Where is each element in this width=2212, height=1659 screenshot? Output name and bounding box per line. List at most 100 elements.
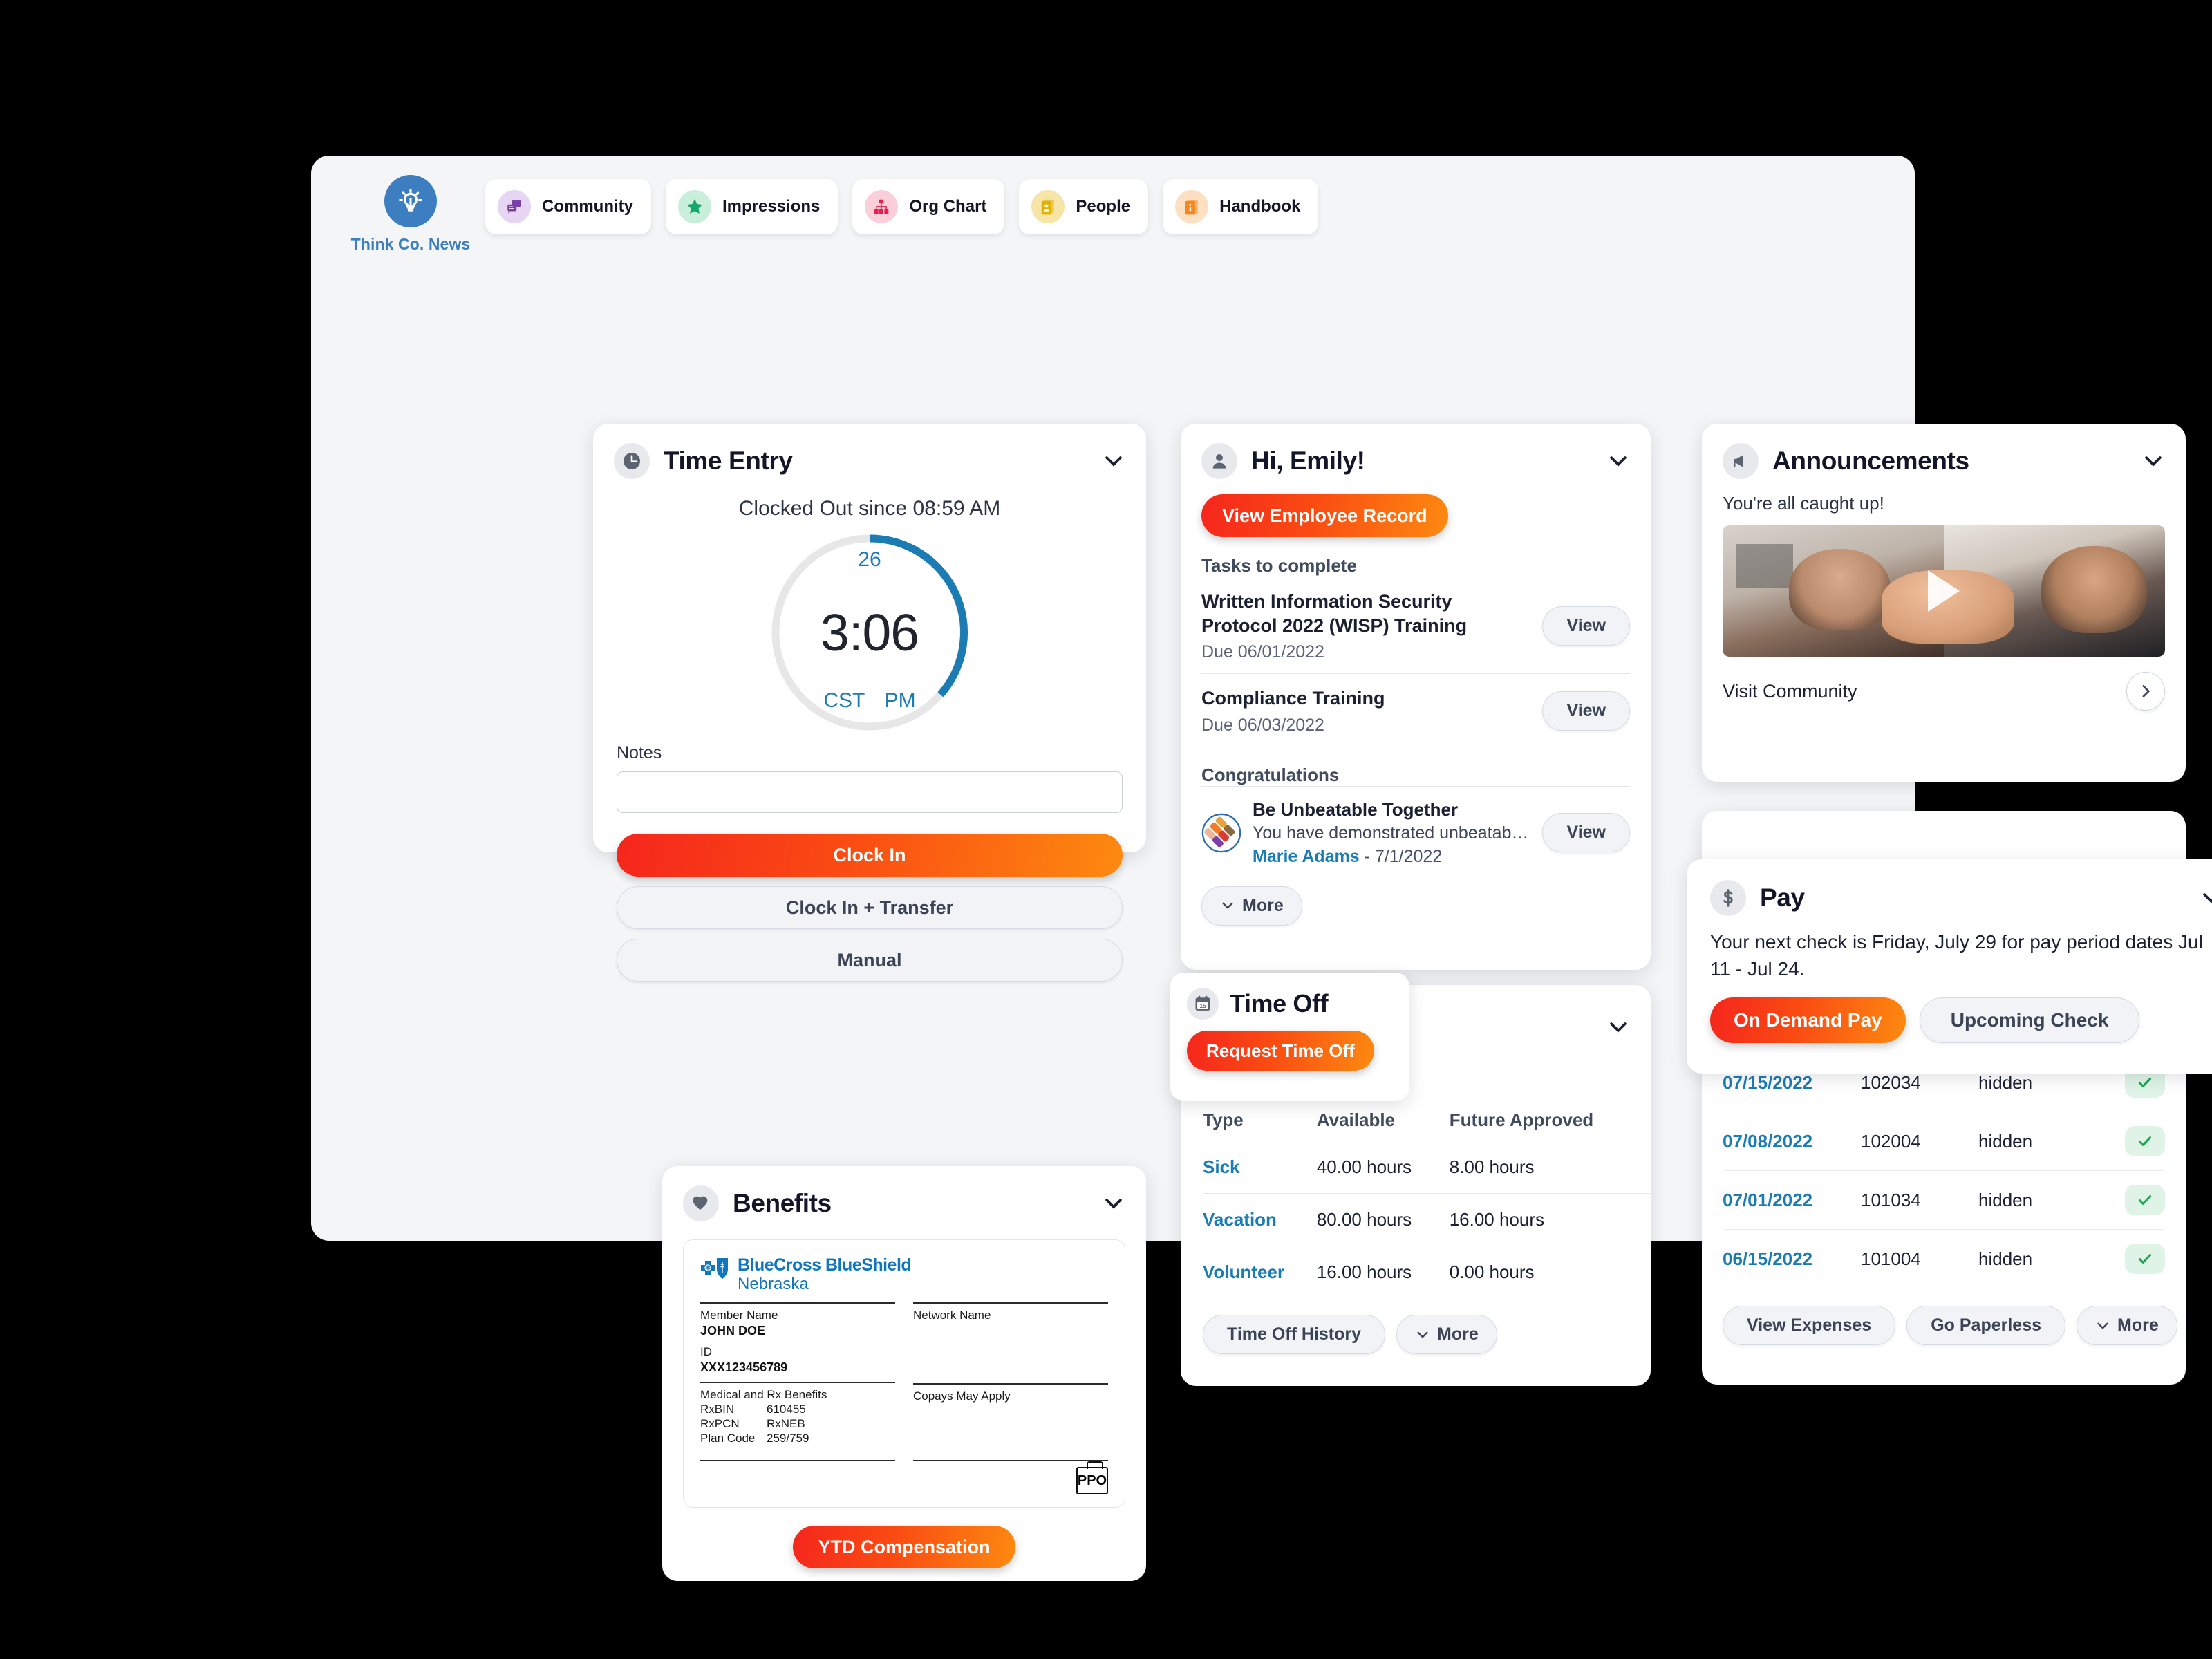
nav-pill-label: People xyxy=(1076,197,1131,216)
nav-pill-label: Org Chart xyxy=(909,197,987,216)
table-row: 06/15/2022 101004 hidden xyxy=(1723,1229,2165,1288)
clock-dial: 26 3:06 CST PM xyxy=(766,529,973,736)
ytd-compensation-button[interactable]: YTD Compensation xyxy=(793,1526,1015,1568)
brand-logo[interactable]: Think Co. News xyxy=(351,175,470,254)
time-off-type[interactable]: Vacation xyxy=(1203,1193,1317,1246)
nav-pill-impressions[interactable]: Impressions xyxy=(666,179,838,234)
pay-number: 101034 xyxy=(1861,1170,1978,1230)
card-title: Pay xyxy=(1760,883,1805,912)
time-off-type[interactable]: Volunteer xyxy=(1203,1246,1317,1298)
pay-status xyxy=(2103,1229,2165,1288)
column-type: Type xyxy=(1203,1109,1244,1130)
upcoming-check-button[interactable]: Upcoming Check xyxy=(1919,997,2140,1044)
pay-amount: hidden xyxy=(1978,1229,2103,1288)
more-label: More xyxy=(2117,1315,2159,1335)
chevron-down-icon[interactable] xyxy=(2141,449,2165,473)
card-title: Time Off xyxy=(1230,989,1329,1018)
congrats-author[interactable]: Marie Adams xyxy=(1253,847,1360,866)
nav-pill-handbook[interactable]: Handbook xyxy=(1163,179,1319,234)
time-entry-card: Time Entry Clocked Out since 08:59 AM 26… xyxy=(593,424,1146,982)
lightbulb-icon xyxy=(384,175,437,227)
check-icon xyxy=(2125,1126,2165,1156)
announcements-status: You're all caught up! xyxy=(1723,493,1884,514)
pay-status xyxy=(2103,1112,2165,1171)
pay-table: 07/15/2022 102034 hidden 07/08/2022 1020… xyxy=(1723,1053,2165,1288)
time-off-available: 16.00 hours xyxy=(1316,1246,1450,1298)
time-off-future: 0.00 hours xyxy=(1449,1246,1651,1298)
member-id-value: XXX123456789 xyxy=(700,1360,788,1374)
time-off-type[interactable]: Sick xyxy=(1203,1141,1317,1194)
task-view-button[interactable]: View xyxy=(1542,606,1630,646)
org-chart-icon xyxy=(865,190,899,223)
check-icon xyxy=(2125,1185,2165,1215)
clock-status: Clocked Out since 08:59 AM xyxy=(738,497,1001,520)
on-demand-pay-button[interactable]: On Demand Pay xyxy=(1710,997,1906,1044)
pay-floating-header: Pay Your next check is Friday, July 29 f… xyxy=(1687,859,2212,1074)
network-name-label: Network Name xyxy=(913,1309,991,1322)
congrats-description: You have demonstrated unbeatable... xyxy=(1253,823,1532,843)
card-header: Announcements xyxy=(1702,424,2186,479)
chevron-down-icon[interactable] xyxy=(1606,449,1630,473)
rx-key: Plan Code xyxy=(700,1432,756,1445)
insurance-brand-line1: BlueCross BlueShield xyxy=(738,1255,912,1275)
congrats-view-button[interactable]: View xyxy=(1542,813,1630,853)
congrats-title: Be Unbeatable Together xyxy=(1253,798,1459,820)
nav-pill-people[interactable]: People xyxy=(1019,179,1149,234)
time-off-more-button[interactable]: More xyxy=(1396,1315,1497,1354)
notes-input[interactable] xyxy=(617,771,1123,813)
time-off-future: 8.00 hours xyxy=(1449,1141,1651,1194)
chevron-right-icon xyxy=(2142,685,2150,697)
play-icon[interactable] xyxy=(1928,570,1960,612)
task-due: Due 06/03/2022 xyxy=(1201,715,1324,735)
more-label: More xyxy=(1437,1324,1479,1344)
task-row: Written Information Security Protocol 20… xyxy=(1201,577,1630,673)
clock-in-button[interactable]: Clock In xyxy=(617,834,1123,877)
clock-time: 3:06 xyxy=(821,603,919,662)
megaphone-icon xyxy=(1723,443,1759,479)
congrats-meta: Marie Adams - 7/1/2022 xyxy=(1253,847,1531,867)
greeting-more-button[interactable]: More xyxy=(1201,885,1302,926)
view-employee-record-button[interactable]: View Employee Record xyxy=(1201,494,1448,537)
announcements-card: Announcements You're all caught up! Visi… xyxy=(1702,424,2186,782)
pay-date[interactable]: 06/15/2022 xyxy=(1723,1229,1861,1288)
chevron-down-icon[interactable] xyxy=(1102,449,1125,473)
time-off-future: 16.00 hours xyxy=(1449,1193,1651,1246)
announcement-video-thumbnail[interactable] xyxy=(1723,525,2165,657)
card-header: Pay xyxy=(1687,859,2212,916)
pay-date[interactable]: 07/08/2022 xyxy=(1723,1112,1861,1171)
time-off-available: 40.00 hours xyxy=(1316,1141,1450,1194)
pay-number: 101004 xyxy=(1861,1229,1978,1288)
nav-pill-org-chart[interactable]: Org Chart xyxy=(852,179,1005,234)
time-off-history-button[interactable]: Time Off History xyxy=(1203,1315,1386,1354)
rx-key: RxBIN xyxy=(700,1403,735,1416)
teamwork-hands-icon xyxy=(1201,813,1241,852)
card-header: 15 Time Off xyxy=(1170,973,1409,1020)
next-announcement-button[interactable] xyxy=(2126,672,2165,711)
rx-row: Plan Code 259/759 xyxy=(700,1432,895,1445)
chevron-down-icon xyxy=(1222,902,1233,910)
chevron-down-icon xyxy=(1417,1331,1428,1338)
heart-icon xyxy=(683,1185,719,1221)
task-view-button[interactable]: View xyxy=(1542,691,1630,731)
manual-button[interactable]: Manual xyxy=(617,939,1123,982)
view-expenses-button[interactable]: View Expenses xyxy=(1723,1306,1896,1345)
go-paperless-button[interactable]: Go Paperless xyxy=(1906,1306,2066,1345)
task-title: Compliance Training xyxy=(1201,688,1385,709)
insurance-card[interactable]: BlueCross BlueShield Nebraska Member Nam… xyxy=(683,1239,1125,1508)
chevron-down-icon[interactable] xyxy=(1606,1015,1630,1039)
chevron-down-icon[interactable] xyxy=(2200,886,2212,910)
congrats-date: - 7/1/2022 xyxy=(1364,846,1443,866)
calendar-15-icon: 15 xyxy=(1187,988,1219,1020)
time-off-table: Type Available Future Approved Sick 40.0… xyxy=(1203,1109,1651,1298)
visit-community-link[interactable]: Visit Community xyxy=(1723,681,1857,702)
nav-pill-community[interactable]: Community xyxy=(485,179,651,234)
request-time-off-button[interactable]: Request Time Off xyxy=(1187,1031,1374,1071)
nav-pill-label: Impressions xyxy=(722,197,821,216)
chevron-down-icon[interactable] xyxy=(1102,1192,1125,1215)
rx-value: RxNEB xyxy=(767,1417,805,1430)
clock-in-transfer-button[interactable]: Clock In + Transfer xyxy=(617,886,1123,929)
column-future-approved: Future Approved xyxy=(1449,1109,1594,1130)
pay-more-button[interactable]: More xyxy=(2077,1306,2177,1345)
pay-date[interactable]: 07/01/2022 xyxy=(1723,1170,1861,1230)
nav-pill-list: Community Impressions Org Chart People H… xyxy=(485,175,1319,234)
